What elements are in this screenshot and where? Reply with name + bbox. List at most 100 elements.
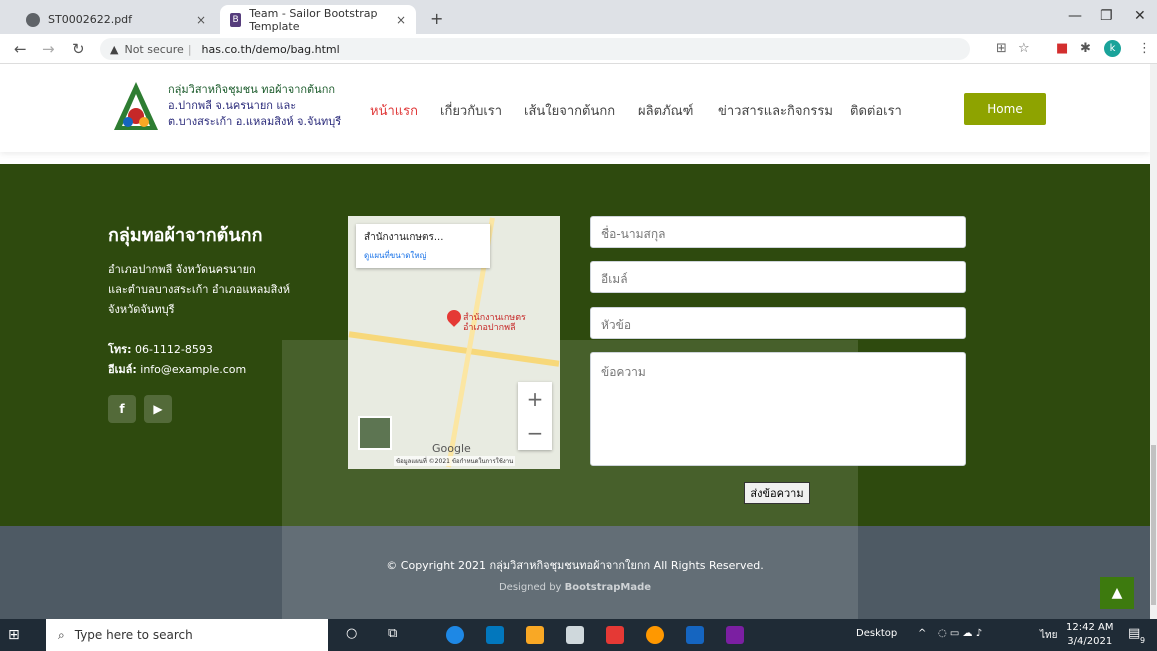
facebook-icon[interactable]: f <box>108 395 136 423</box>
star-icon[interactable]: ☆ <box>1018 41 1030 56</box>
menu-kebab-icon[interactable]: ⋮ <box>1138 41 1151 56</box>
back-to-top-button[interactable]: ▲ <box>1100 577 1134 609</box>
profile-avatar[interactable]: k <box>1104 40 1121 57</box>
zoom-out-button[interactable]: − <box>518 416 552 450</box>
nav-fiber[interactable]: เส้นใยจากต้นกก <box>524 100 615 121</box>
url-text: has.co.th/demo/bag.html <box>201 42 340 56</box>
notification-icon[interactable]: ▤ <box>1128 626 1140 641</box>
home-button[interactable]: Home <box>964 93 1046 125</box>
search-icon: ⌕ <box>58 627 65 642</box>
phone-label: โทร: <box>108 343 132 356</box>
tab-sailor[interactable]: B Team - Sailor Bootstrap Template × <box>220 5 416 34</box>
minimize-icon[interactable]: — <box>1068 8 1082 24</box>
site-header: กลุ่มวิสาหกิจชุมชน ทอผ้าจากต้นกก อ.ปากพล… <box>0 64 1150 152</box>
designed-prefix: Designed by <box>498 582 562 593</box>
forward-icon[interactable]: → <box>42 40 55 58</box>
nav-about[interactable]: เกี่ยวกับเรา <box>440 100 502 121</box>
brand-line: อ.ปากพลี จ.นครนายก และ <box>168 99 297 112</box>
chrome-icon[interactable] <box>646 626 664 644</box>
globe-icon <box>26 12 40 27</box>
edge-icon[interactable] <box>446 626 464 644</box>
url-field[interactable]: ▲ Not secure | has.co.th/demo/bag.html <box>100 38 970 60</box>
send-button[interactable]: ส่งข้อความ <box>744 482 810 504</box>
word-icon[interactable] <box>686 626 704 644</box>
nav-contact[interactable]: ติดต่อเรา <box>850 100 902 121</box>
nav-home[interactable]: หน้าแรก <box>370 100 418 121</box>
clock-date: 3/4/2021 <box>1067 636 1113 647</box>
map-place-card: สำนักงานเกษตร... ดูแผนที่ขนาดใหญ่ <box>356 224 490 268</box>
email-label: อีเมล์: <box>108 363 137 376</box>
message-textarea[interactable]: ข้อความ <box>590 352 966 466</box>
desktop-toolbar[interactable]: Desktop <box>856 628 897 639</box>
google-map[interactable]: สำนักงานเกษตร อำเภอปากพลี สำนักงานเกษตร.… <box>348 216 560 469</box>
task-view-icon[interactable]: ⧉ <box>388 626 406 644</box>
restore-icon[interactable]: ❐ <box>1100 8 1113 24</box>
close-window-icon[interactable]: ✕ <box>1134 8 1146 24</box>
address-line: และตำบลบางสระเก้า อำเภอแหลมสิงห์ <box>108 283 291 296</box>
extensions-icon[interactable]: ✱ <box>1080 41 1091 56</box>
community-logo[interactable] <box>110 80 162 136</box>
email-address: info@example.com <box>140 363 247 376</box>
search-placeholder: Type here to search <box>74 628 193 642</box>
tab-label: ST0002622.pdf <box>48 13 133 26</box>
brand-line: กลุ่มวิสาหกิจชุมชน ทอผ้าจากต้นกก <box>168 83 336 96</box>
phone-number: 06-1112-8593 <box>134 343 213 356</box>
windows-taskbar: ⊞ ⌕ Type here to search ○ ⧉ Desktop ^ ◌ … <box>0 619 1157 651</box>
zoom-in-button[interactable]: + <box>518 382 552 416</box>
language-indicator[interactable]: ไทย <box>1040 628 1057 643</box>
pin-label: สำนักงานเกษตร อำเภอปากพลี <box>463 313 526 333</box>
close-tab-icon[interactable]: × <box>196 13 206 27</box>
tab-pdf[interactable]: ST0002622.pdf × <box>16 5 216 34</box>
brand-line: ต.บางสระเก้า อ.แหลมสิงห์ จ.จันทบุรี <box>168 115 342 128</box>
footer-contact: โทร: 06-1112-8593 อีเมล์: info@example.c… <box>108 340 246 380</box>
nav-products[interactable]: ผลิตภัณฑ์ <box>638 100 693 121</box>
browser-tab-bar: ST0002622.pdf × B Team - Sailor Bootstra… <box>0 0 1157 34</box>
map-zoom-control: + − <box>518 382 552 450</box>
new-tab-button[interactable]: + <box>430 9 443 28</box>
web-page: กลุ่มวิสาหกิจชุมชน ทอผ้าจากต้นกก อ.ปากพล… <box>0 64 1150 619</box>
pdf-extension-icon[interactable]: ■ <box>1056 41 1068 56</box>
footer-address: อำเภอปากพลี จังหวัดนครนายก และตำบลบางสระ… <box>108 260 290 320</box>
address-line: จังหวัดจันทบุรี <box>108 303 175 316</box>
mail-icon[interactable] <box>486 626 504 644</box>
close-tab-icon[interactable]: × <box>396 13 406 27</box>
taskbar-search[interactable]: ⌕ Type here to search <box>46 619 328 651</box>
security-label: Not secure <box>124 42 184 56</box>
scrollbar-thumb[interactable] <box>1151 445 1156 605</box>
store-icon[interactable] <box>566 626 584 644</box>
name-field[interactable]: ชื่อ-นามสกุล <box>590 216 966 248</box>
back-icon[interactable]: ← <box>14 40 27 58</box>
bootstrap-icon: B <box>230 12 242 27</box>
reload-icon[interactable]: ↻ <box>72 40 85 58</box>
satellite-toggle[interactable] <box>358 416 392 450</box>
map-attribution[interactable]: ข้อมูลแผนที่ ©2021 ข้อกำหนดในการใช้งาน <box>394 456 516 466</box>
chevron-up-icon[interactable]: ^ <box>918 628 926 639</box>
footer-title: กลุ่มทอผ้าจากต้นกก <box>108 225 263 246</box>
notification-count: 9 <box>1140 636 1146 645</box>
clock-time: 12:42 AM <box>1066 622 1114 633</box>
translate-icon[interactable]: ⊞ <box>996 41 1007 56</box>
address-line: อำเภอปากพลี จังหวัดนครนายก <box>108 263 256 276</box>
nav-news[interactable]: ข่าวสารและกิจกรรม <box>718 100 833 121</box>
brand-text[interactable]: กลุ่มวิสาหกิจชุมชน ทอผ้าจากต้นกก อ.ปากพล… <box>168 82 341 130</box>
youtube-icon[interactable]: ▶ <box>144 395 172 423</box>
map-pin-icon[interactable] <box>444 307 464 327</box>
winrar-icon[interactable] <box>726 626 744 644</box>
map-larger-link[interactable]: ดูแผนที่ขนาดใหญ่ <box>364 249 482 262</box>
map-place-name: สำนักงานเกษตร... <box>364 232 444 243</box>
windows-start-icon[interactable]: ⊞ <box>8 627 24 643</box>
subject-field[interactable]: หัวข้อ <box>590 307 966 339</box>
office-icon[interactable] <box>606 626 624 644</box>
cortana-icon[interactable]: ○ <box>346 626 364 644</box>
email-field[interactable]: อีเมล์ <box>590 261 966 293</box>
system-tray-icons[interactable]: ◌ ▭ ☁ ♪ <box>938 628 982 639</box>
designed-by-link[interactable]: BootstrapMade <box>565 582 651 593</box>
address-bar-row: ← → ↻ ▲ Not secure | has.co.th/demo/bag.… <box>0 34 1157 64</box>
designed-by: Designed by BootstrapMade <box>0 582 1150 593</box>
warning-icon: ▲ <box>110 42 119 56</box>
tab-label: Team - Sailor Bootstrap Template <box>249 6 378 33</box>
copyright-text: © Copyright 2021 กลุ่มวิสาหกิจชุมชนทอผ้า… <box>386 559 764 572</box>
clock[interactable]: 12:42 AM 3/4/2021 <box>1066 621 1113 649</box>
google-logo: Google <box>432 442 471 455</box>
file-explorer-icon[interactable] <box>526 626 544 644</box>
